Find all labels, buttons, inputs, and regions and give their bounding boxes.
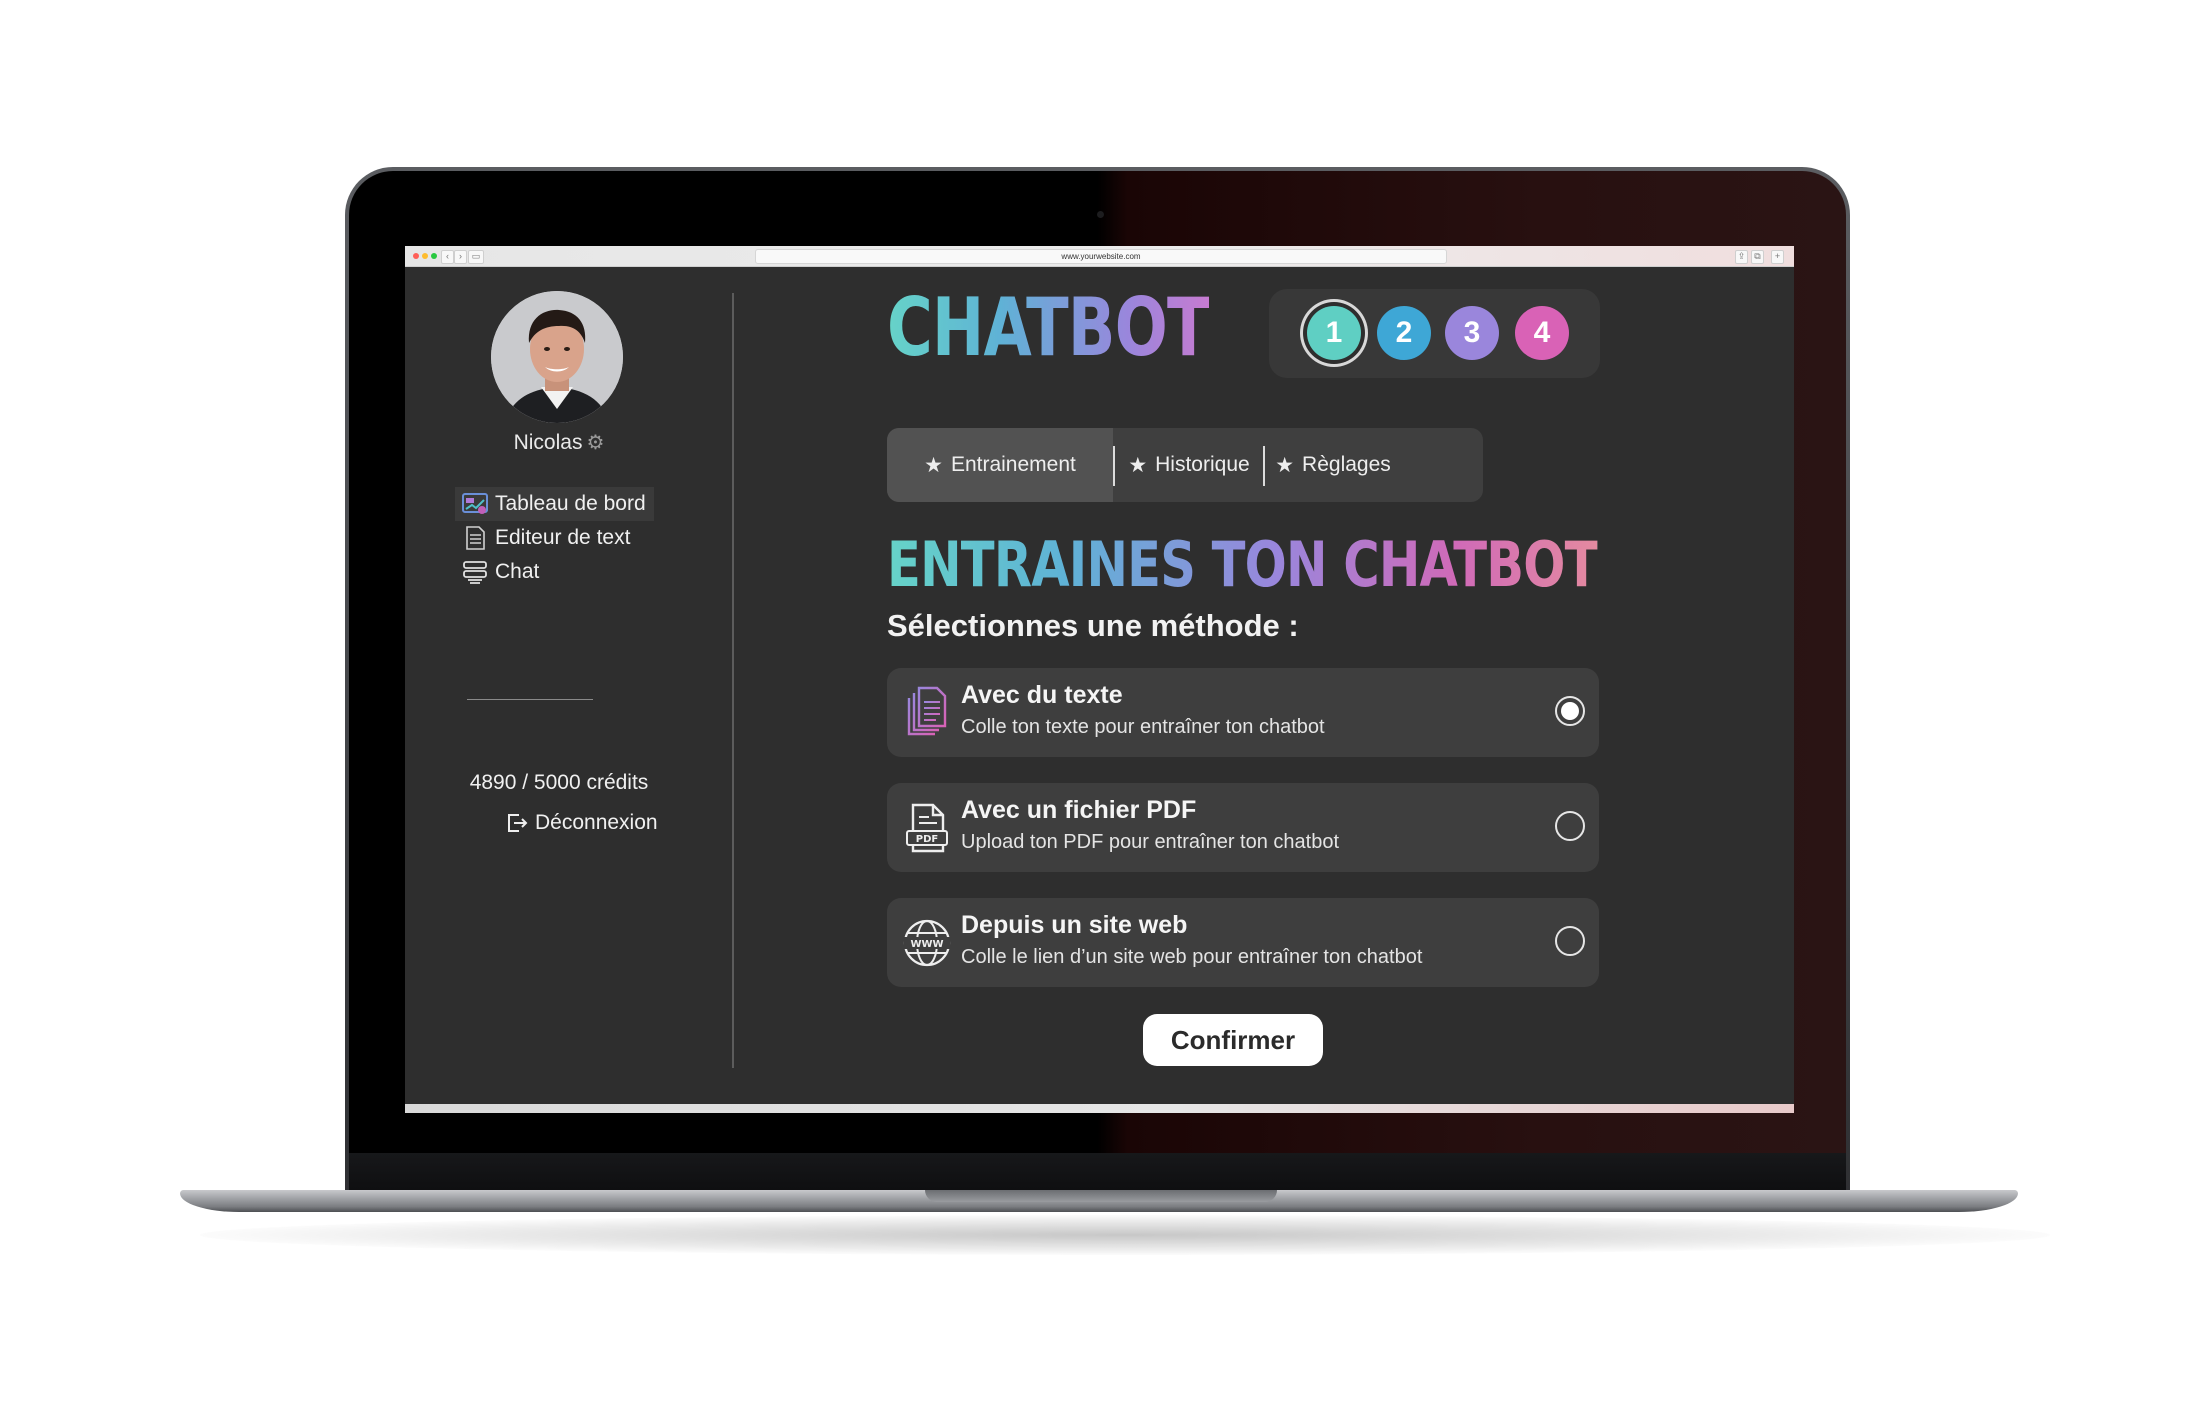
username: Nicolas ⚙ [405, 430, 713, 455]
avatar[interactable] [491, 291, 623, 423]
sidebar-item-label: Tableau de bord [495, 492, 646, 515]
camera-icon [1097, 211, 1104, 218]
app-screen: ‹ › ▭ www.yourwebsite.com ⇪ ⧉ + Nicolas … [405, 246, 1794, 1113]
sidebar-toggle-icon[interactable]: ▭ [468, 250, 484, 264]
tab-entrainement[interactable]: ★ Entrainement [887, 428, 1113, 502]
pdf-file-icon: PDF [906, 803, 948, 853]
confirm-button[interactable]: Confirmer [1143, 1014, 1323, 1066]
step-4[interactable]: 4 [1515, 306, 1569, 360]
option-description: Upload ton PDF pour entraîner ton chatbo… [961, 831, 1340, 853]
sidebar-item-tableau-de-bord[interactable]: Tableau de bord [455, 487, 654, 521]
tab-historique[interactable]: ★ Historique [1115, 428, 1263, 502]
tab-bar: ★ Entrainement ★ Historique ★ Règlages [887, 428, 1483, 502]
step-indicator: 1 2 3 4 [1269, 289, 1600, 378]
username-text: Nicolas [513, 431, 583, 454]
sidebar-divider [467, 699, 593, 700]
star-icon: ★ [1275, 453, 1295, 477]
back-icon[interactable]: ‹ [441, 250, 454, 264]
text-documents-icon [907, 686, 947, 736]
app-logo: CHATBOT [887, 281, 1210, 374]
chat-icon [463, 561, 487, 584]
sidebar-item-editeur-de-text[interactable]: Editeur de text [455, 521, 638, 555]
radio-button[interactable] [1555, 926, 1585, 956]
sidebar-item-chat[interactable]: Chat [455, 555, 547, 589]
option-description: Colle le lien d’un site web pour entraîn… [961, 946, 1423, 968]
www-globe-icon: WWW [903, 919, 951, 967]
page-title: ENTRAINES TON CHATBOT [887, 528, 1599, 601]
credits-counter: 4890 / 5000 crédits [469, 771, 649, 794]
tabs-icon[interactable]: ⧉ [1751, 250, 1764, 264]
logout-button[interactable]: Déconnexion [505, 811, 658, 835]
url-text: www.yourwebsite.com [1061, 252, 1141, 261]
close-window-icon[interactable] [413, 253, 419, 259]
sidebar: Nicolas ⚙ Tableau de bord Editeur de text [405, 266, 730, 1104]
dashboard-icon [462, 493, 488, 514]
sidebar-item-label: Chat [495, 560, 540, 583]
page-subtitle: Sélectionnes une méthode : [887, 608, 1299, 643]
svg-text:WWW: WWW [910, 939, 943, 950]
url-bar[interactable]: www.yourwebsite.com [755, 249, 1447, 264]
method-option-text[interactable]: Avec du texte Colle ton texte pour entra… [887, 668, 1599, 757]
tab-label: Historique [1155, 453, 1250, 476]
laptop-chin [349, 1153, 1846, 1193]
browser-bottom-edge [405, 1104, 1794, 1113]
star-icon: ★ [1128, 453, 1148, 477]
share-icon[interactable]: ⇪ [1735, 250, 1748, 264]
sidebar-item-label: Editeur de text [495, 526, 631, 549]
browser-toolbar: ‹ › ▭ www.yourwebsite.com ⇪ ⧉ + [405, 246, 1794, 267]
option-title: Avec un fichier PDF [961, 796, 1197, 824]
radio-button-selected[interactable] [1555, 696, 1585, 726]
logout-icon [508, 814, 528, 832]
step-3[interactable]: 3 [1445, 306, 1499, 360]
logout-label: Déconnexion [535, 811, 658, 834]
star-icon: ★ [924, 453, 943, 477]
gear-icon[interactable]: ⚙ [586, 432, 604, 454]
method-option-pdf[interactable]: PDF Avec un fichier PDF Upload ton PDF p… [887, 783, 1599, 872]
svg-text:PDF: PDF [916, 834, 938, 845]
option-description: Colle ton texte pour entraîner ton chatb… [961, 716, 1325, 738]
sidebar-divider-vertical [732, 293, 734, 1068]
document-icon [466, 526, 485, 550]
step-1[interactable]: 1 [1307, 306, 1361, 360]
tab-label: Entrainement [950, 453, 1076, 476]
step-2[interactable]: 2 [1377, 306, 1431, 360]
tab-reglages[interactable]: ★ Règlages [1265, 428, 1401, 502]
laptop-notch [925, 1190, 1277, 1202]
option-title: Avec du texte [961, 681, 1123, 709]
new-tab-icon[interactable]: + [1771, 250, 1784, 264]
maximize-window-icon[interactable] [431, 253, 437, 259]
option-title: Depuis un site web [961, 911, 1188, 939]
laptop-shadow [200, 1215, 2050, 1255]
method-option-website[interactable]: WWW Depuis un site web Colle le lien d’u… [887, 898, 1599, 987]
radio-button[interactable] [1555, 811, 1585, 841]
avatar-photo [491, 291, 623, 423]
tab-label: Règlages [1302, 453, 1391, 476]
minimize-window-icon[interactable] [422, 253, 428, 259]
forward-icon[interactable]: › [454, 250, 467, 264]
